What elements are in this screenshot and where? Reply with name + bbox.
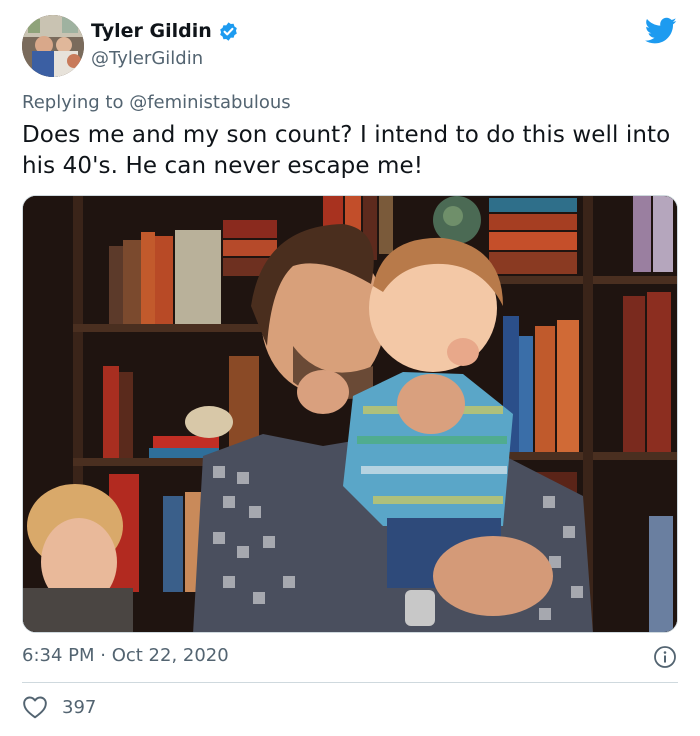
author-name-row[interactable]: Tyler Gildin xyxy=(91,20,239,42)
divider xyxy=(22,682,678,683)
author-handle[interactable]: @TylerGildin xyxy=(91,48,203,69)
twitter-bird-icon[interactable] xyxy=(645,17,677,45)
reply-mention-link[interactable]: @feministabulous xyxy=(129,92,290,113)
tweet-text: Does me and my son count? I intend to do… xyxy=(22,122,671,179)
replying-to-line: Replying to @feministabulous xyxy=(22,92,291,113)
verified-badge-icon xyxy=(219,21,237,41)
tweet-photo[interactable] xyxy=(22,195,678,633)
like-button[interactable]: 397 xyxy=(22,695,96,719)
avatar[interactable] xyxy=(22,15,84,77)
tweet-timestamp[interactable]: 6:34 PM · Oct 22, 2020 xyxy=(22,645,229,666)
info-icon[interactable] xyxy=(653,645,677,669)
replying-to-prefix: Replying to xyxy=(22,92,130,113)
display-name[interactable]: Tyler Gildin xyxy=(91,20,212,42)
tweet-card: Tyler Gildin @TylerGildin Replying to @f… xyxy=(0,0,700,736)
heart-icon xyxy=(23,696,47,719)
like-count: 397 xyxy=(62,696,97,718)
